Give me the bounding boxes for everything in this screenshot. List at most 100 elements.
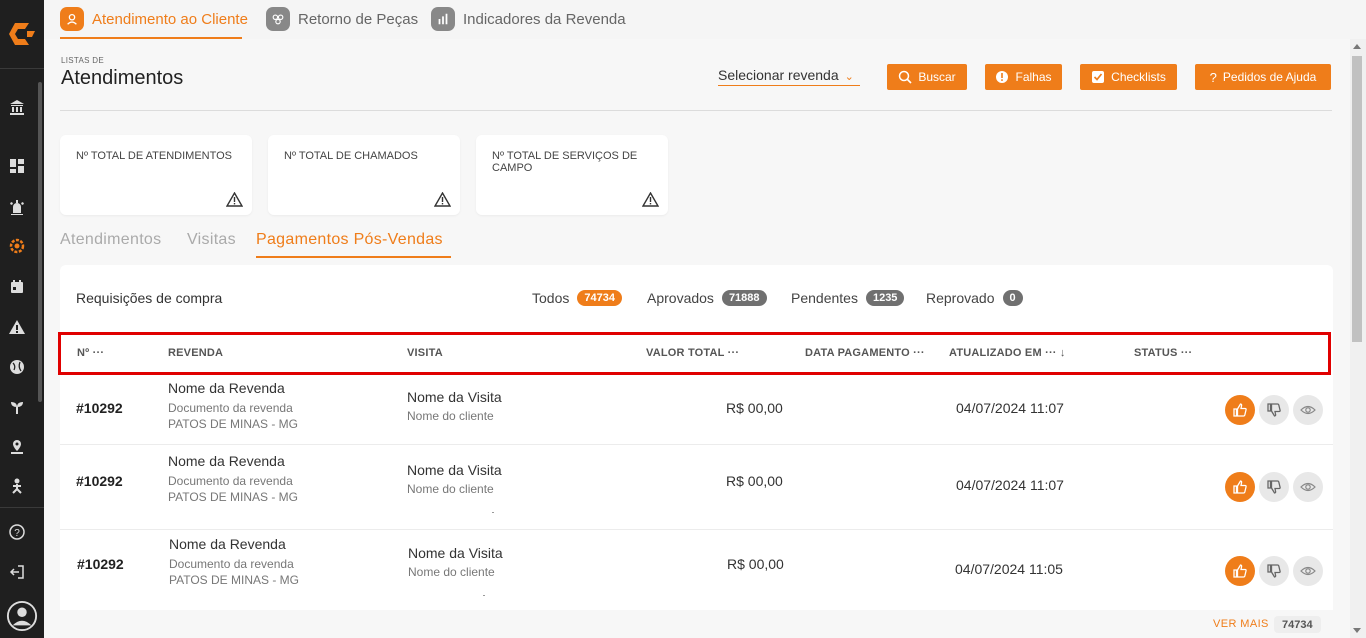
approve-button[interactable] [1225, 472, 1255, 502]
filter-count-badge: 1235 [865, 290, 905, 306]
filter-aprovados[interactable]: Aprovados 71888 [647, 290, 767, 306]
sidebar-item-help[interactable]: ? [6, 521, 28, 543]
question-mark-icon: ? [1209, 69, 1217, 85]
row-divider [60, 529, 1333, 530]
sidebar-scrollbar[interactable] [38, 82, 42, 402]
thumbs-down-icon [1267, 403, 1281, 417]
customer-service-icon [60, 7, 84, 31]
filter-label: Reprovado [926, 290, 995, 306]
sidebar-item-dealer[interactable] [6, 96, 28, 118]
bar-chart-icon [431, 7, 455, 31]
row-revenda-name: Nome da Revenda [169, 536, 286, 552]
eye-icon [1300, 566, 1316, 576]
falhas-label: Falhas [1015, 70, 1052, 84]
top-tab-indicadores[interactable]: Indicadores da Revenda [431, 6, 626, 32]
scroll-down-arrow-icon[interactable] [1353, 628, 1361, 633]
pedidos-ajuda-button[interactable]: ? Pedidos de Ajuda [1195, 64, 1331, 90]
warning-triangle-icon [226, 192, 243, 207]
reject-button[interactable] [1259, 472, 1289, 502]
warning-icon [9, 320, 25, 334]
row-atualizado-em: 04/07/2024 11:07 [956, 477, 1064, 493]
row-revenda-local: PATOS DE MINAS - MG [169, 573, 300, 587]
top-tab-retorno[interactable]: Retorno de Peças [266, 6, 418, 32]
row-number: #10292 [76, 400, 123, 416]
scroll-up-arrow-icon[interactable] [1353, 44, 1361, 49]
sidebar-item-profile[interactable] [5, 599, 39, 633]
row-cliente-name: Nome do cliente [407, 409, 494, 423]
filter-count-badge: 74734 [577, 290, 622, 306]
view-button[interactable] [1293, 556, 1323, 586]
kpi-card-label: Nº TOTAL DE CHAMADOS [284, 150, 418, 162]
row-cliente-name: Nome do cliente [408, 565, 495, 579]
row-revenda-local: PATOS DE MINAS - MG [168, 417, 299, 431]
kpi-card-servicos-campo: Nº TOTAL DE SERVIÇOS DE CAMPO [476, 135, 668, 215]
falhas-button[interactable]: Falhas [985, 64, 1062, 90]
panel-title: Requisições de compra [76, 290, 223, 306]
sidebar-item-globe[interactable] [6, 356, 28, 378]
chevron-down-icon: ⌄ [844, 70, 854, 83]
revenda-select[interactable]: Selecionar revenda ⌄ [718, 64, 860, 86]
filter-label: Aprovados [647, 290, 714, 306]
row-number: #10292 [77, 556, 124, 572]
sidebar-item-dashboard[interactable] [6, 155, 28, 177]
logout-icon [9, 565, 24, 579]
sidebar-item-customer-service[interactable] [6, 235, 28, 257]
approve-button[interactable] [1225, 395, 1255, 425]
row-revenda-doc: Documento da revenda [168, 401, 293, 415]
sidebar-divider [0, 507, 44, 508]
row-cliente-name: Nome do cliente [407, 482, 494, 496]
sidebar-item-location[interactable] [6, 436, 28, 458]
person-tool-icon [12, 478, 22, 494]
row-cell-artifact [492, 512, 494, 513]
filter-pendentes[interactable]: Pendentes 1235 [791, 290, 905, 306]
warning-triangle-icon [434, 192, 451, 207]
thumbs-up-icon [1233, 564, 1247, 578]
reject-button[interactable] [1259, 395, 1289, 425]
sidebar-item-warnings[interactable] [6, 316, 28, 338]
row-cell-artifact [483, 595, 485, 596]
checklists-button[interactable]: Checklists [1080, 64, 1177, 90]
svg-text:?: ? [14, 528, 20, 539]
brand-logo-icon[interactable] [5, 18, 39, 50]
filter-label: Todos [532, 290, 570, 306]
kpi-card-label: Nº TOTAL DE ATENDIMENTOS [76, 150, 233, 162]
buscar-button[interactable]: Buscar [887, 64, 967, 90]
top-tab-atendimento[interactable]: Atendimento ao Cliente [60, 6, 248, 32]
user-avatar-icon [6, 600, 38, 632]
sidebar-item-logout[interactable] [6, 561, 28, 583]
page-scrollbar-thumb[interactable] [1352, 56, 1362, 342]
table-header-highlight [58, 332, 1331, 375]
view-button[interactable] [1293, 395, 1323, 425]
checkbox-icon [1091, 70, 1105, 84]
thumbs-down-icon [1267, 480, 1281, 494]
row-visita-name: Nome da Visita [407, 389, 502, 405]
kpi-card-label: Nº TOTAL DE SERVIÇOS DE CAMPO [492, 150, 638, 174]
filter-todos[interactable]: Todos 74734 [532, 290, 622, 306]
dashboard-icon [10, 159, 24, 173]
sidebar-item-alerts[interactable] [6, 196, 28, 218]
row-revenda-doc: Documento da revenda [168, 474, 293, 488]
tab-pagamentos-pos-vendas[interactable]: Pagamentos Pós-Vendas [256, 231, 443, 249]
tab-atendimentos[interactable]: Atendimentos [60, 231, 161, 249]
help-circle-icon: ? [9, 524, 25, 540]
sidebar-item-calendar[interactable] [6, 276, 28, 298]
approve-button[interactable] [1225, 556, 1255, 586]
ver-mais-link[interactable]: VER MAIS [1213, 618, 1269, 630]
row-visita-name: Nome da Visita [408, 545, 503, 561]
view-button[interactable] [1293, 472, 1323, 502]
row-valor-total: R$ 00,00 [726, 473, 783, 489]
row-revenda-name: Nome da Revenda [168, 380, 285, 396]
header-divider [60, 110, 1332, 111]
row-atualizado-em: 04/07/2024 11:07 [956, 400, 1064, 416]
row-atualizado-em: 04/07/2024 11:05 [955, 561, 1063, 577]
filter-reprovado[interactable]: Reprovado 0 [926, 290, 1023, 306]
reject-button[interactable] [1259, 556, 1289, 586]
row-revenda-local: PATOS DE MINAS - MG [168, 490, 299, 504]
row-visita-name: Nome da Visita [407, 462, 502, 478]
sidebar-divider [0, 68, 44, 69]
sidebar-item-technician[interactable] [6, 475, 28, 497]
row-revenda-doc: Documento da revenda [169, 557, 294, 571]
sidebar-item-agro[interactable] [6, 396, 28, 418]
tab-visitas[interactable]: Visitas [187, 231, 236, 249]
alert-circle-icon [995, 70, 1009, 84]
